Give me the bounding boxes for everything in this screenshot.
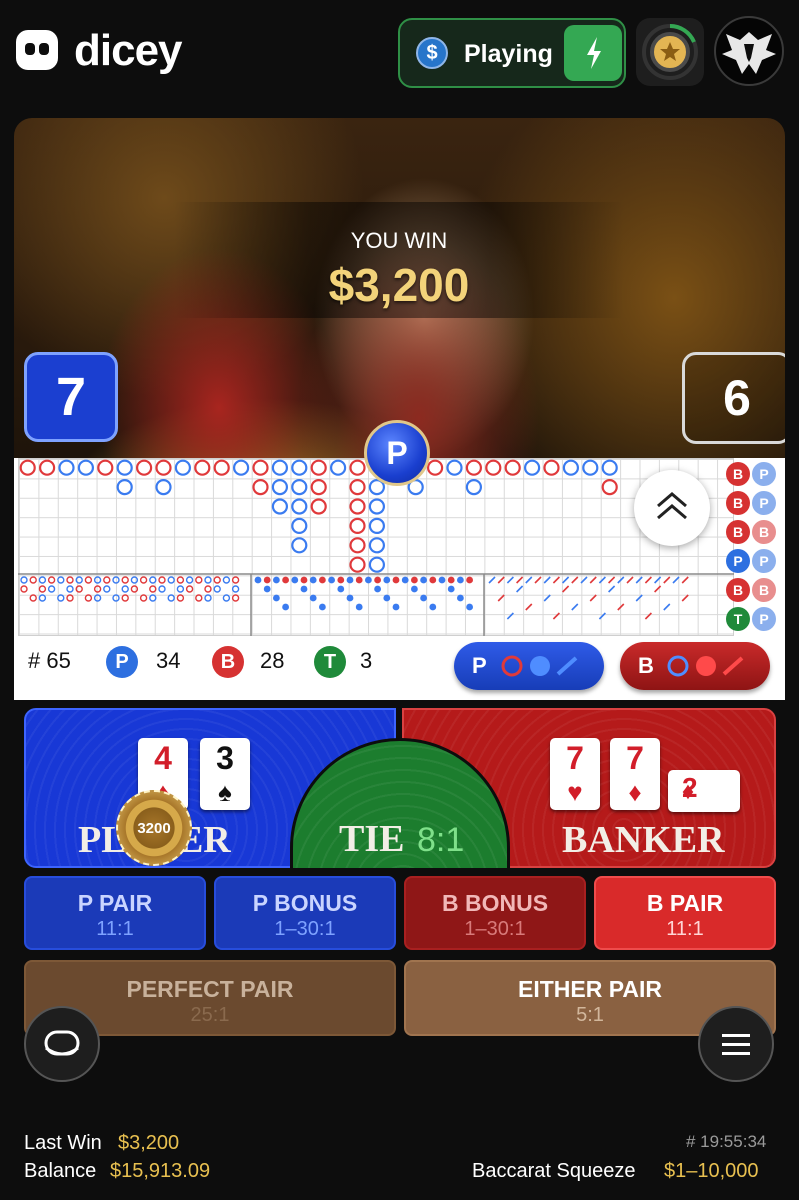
last-win-label: Last Win bbox=[24, 1132, 102, 1154]
rounds-count: # 65 bbox=[28, 648, 71, 673]
game-name: Baccarat Squeeze bbox=[472, 1160, 636, 1182]
deposit-button[interactable] bbox=[564, 25, 622, 81]
prediction-right-3: P bbox=[752, 549, 776, 573]
round-result-marker: P bbox=[364, 420, 430, 486]
stats-row: # 65 P 34 B 28 T 3 P B bbox=[14, 642, 785, 690]
balance-label: Balance bbox=[24, 1160, 97, 1182]
prediction-right-1: P bbox=[752, 491, 776, 515]
last-win-value: $3,200 bbox=[118, 1132, 180, 1154]
collapse-roads-button[interactable] bbox=[634, 470, 710, 546]
download-arrow-icon bbox=[587, 37, 601, 69]
ask-banker-button[interactable]: B bbox=[620, 642, 770, 690]
ask-player-button[interactable]: P bbox=[454, 642, 604, 690]
banker-card-3: 2 ♦ bbox=[668, 770, 740, 812]
prediction-left-0: B bbox=[726, 462, 750, 486]
banker-score: 6 bbox=[682, 352, 785, 444]
tie-odds: 8:1 bbox=[417, 821, 465, 859]
player-count: 34 bbox=[156, 648, 181, 673]
prediction-left-5: T bbox=[726, 607, 750, 631]
b-pair-bet[interactable]: B PAIR 11:1 bbox=[594, 876, 776, 950]
p-pair-bet[interactable]: P PAIR 11:1 bbox=[24, 876, 206, 950]
b-bonus-bet[interactable]: B BONUS 1–30:1 bbox=[404, 876, 586, 950]
dicey-logo-icon bbox=[16, 30, 58, 70]
brand-name: dicey bbox=[74, 26, 183, 75]
top-bar: dicey $ Playing bbox=[0, 0, 799, 110]
prediction-left-3: P bbox=[726, 549, 750, 573]
status-label: Playing bbox=[464, 40, 553, 68]
player-card-2: 3 ♠ bbox=[200, 738, 250, 810]
prediction-right-2: B bbox=[752, 520, 776, 544]
prediction-right-4: B bbox=[752, 578, 776, 602]
hamburger-menu-icon bbox=[722, 1034, 750, 1055]
banker-label: BANKER bbox=[562, 819, 725, 861]
chevron-up-icon bbox=[657, 492, 687, 520]
chat-button[interactable] bbox=[24, 1006, 100, 1082]
prediction-right-0: P bbox=[752, 462, 776, 486]
prediction-left-4: B bbox=[726, 578, 750, 602]
vip-rank-button[interactable] bbox=[636, 18, 704, 86]
p-bonus-bet[interactable]: P BONUS 1–30:1 bbox=[214, 876, 396, 950]
win-label: YOU WIN bbox=[350, 228, 448, 253]
chip-stack-icon bbox=[44, 1030, 80, 1056]
ask-player-road-icons bbox=[501, 655, 578, 677]
prediction-right-5: P bbox=[752, 607, 776, 631]
prediction-left-2: B bbox=[726, 520, 750, 544]
medal-icon bbox=[650, 32, 690, 72]
road-marks bbox=[18, 459, 734, 636]
betting-table: 4 ♦ 3 ♠ PLAYER 7 ♥ 7 ♦ 2 ♦ BANKER TIE 8:… bbox=[0, 700, 799, 1120]
live-dealer-video: YOU WIN $3,200 7 6 bbox=[14, 118, 785, 458]
scoreboard-roads: BPBPBBPPBBTP # 65 P 34 B 28 T 3 P B bbox=[14, 458, 785, 700]
win-banner: YOU WIN $3,200 bbox=[174, 202, 624, 318]
playing-status-button[interactable]: $ Playing bbox=[398, 18, 626, 88]
prediction-left-1: B bbox=[726, 491, 750, 515]
footer-bar: Last Win $3,200 Balance $15,913.09 # 19:… bbox=[0, 1122, 799, 1200]
round-id: # 19:55:34 bbox=[686, 1132, 767, 1151]
menu-button[interactable] bbox=[698, 1006, 774, 1082]
tie-count: 3 bbox=[360, 648, 373, 673]
user-avatar[interactable] bbox=[714, 16, 784, 86]
balance-value: $15,913.09 bbox=[110, 1160, 211, 1182]
tie-label: TIE bbox=[339, 818, 405, 860]
prediction-column: BPBPBBPPBBTP bbox=[722, 458, 782, 636]
tie-count-icon: T bbox=[314, 646, 346, 678]
banker-count: 28 bbox=[260, 648, 285, 673]
eagle-avatar-icon bbox=[722, 32, 776, 74]
banker-card-1: 7 ♥ bbox=[550, 738, 600, 810]
banker-count-icon: B bbox=[212, 646, 244, 678]
player-score: 7 bbox=[24, 352, 118, 442]
win-amount: $3,200 bbox=[328, 259, 470, 311]
ask-banker-road-icons bbox=[667, 655, 744, 677]
bet-chip: 3200 bbox=[116, 790, 192, 866]
bet-limits: $1–10,000 bbox=[664, 1160, 759, 1182]
usdc-icon: $ bbox=[416, 37, 448, 69]
player-count-icon: P bbox=[106, 646, 138, 678]
